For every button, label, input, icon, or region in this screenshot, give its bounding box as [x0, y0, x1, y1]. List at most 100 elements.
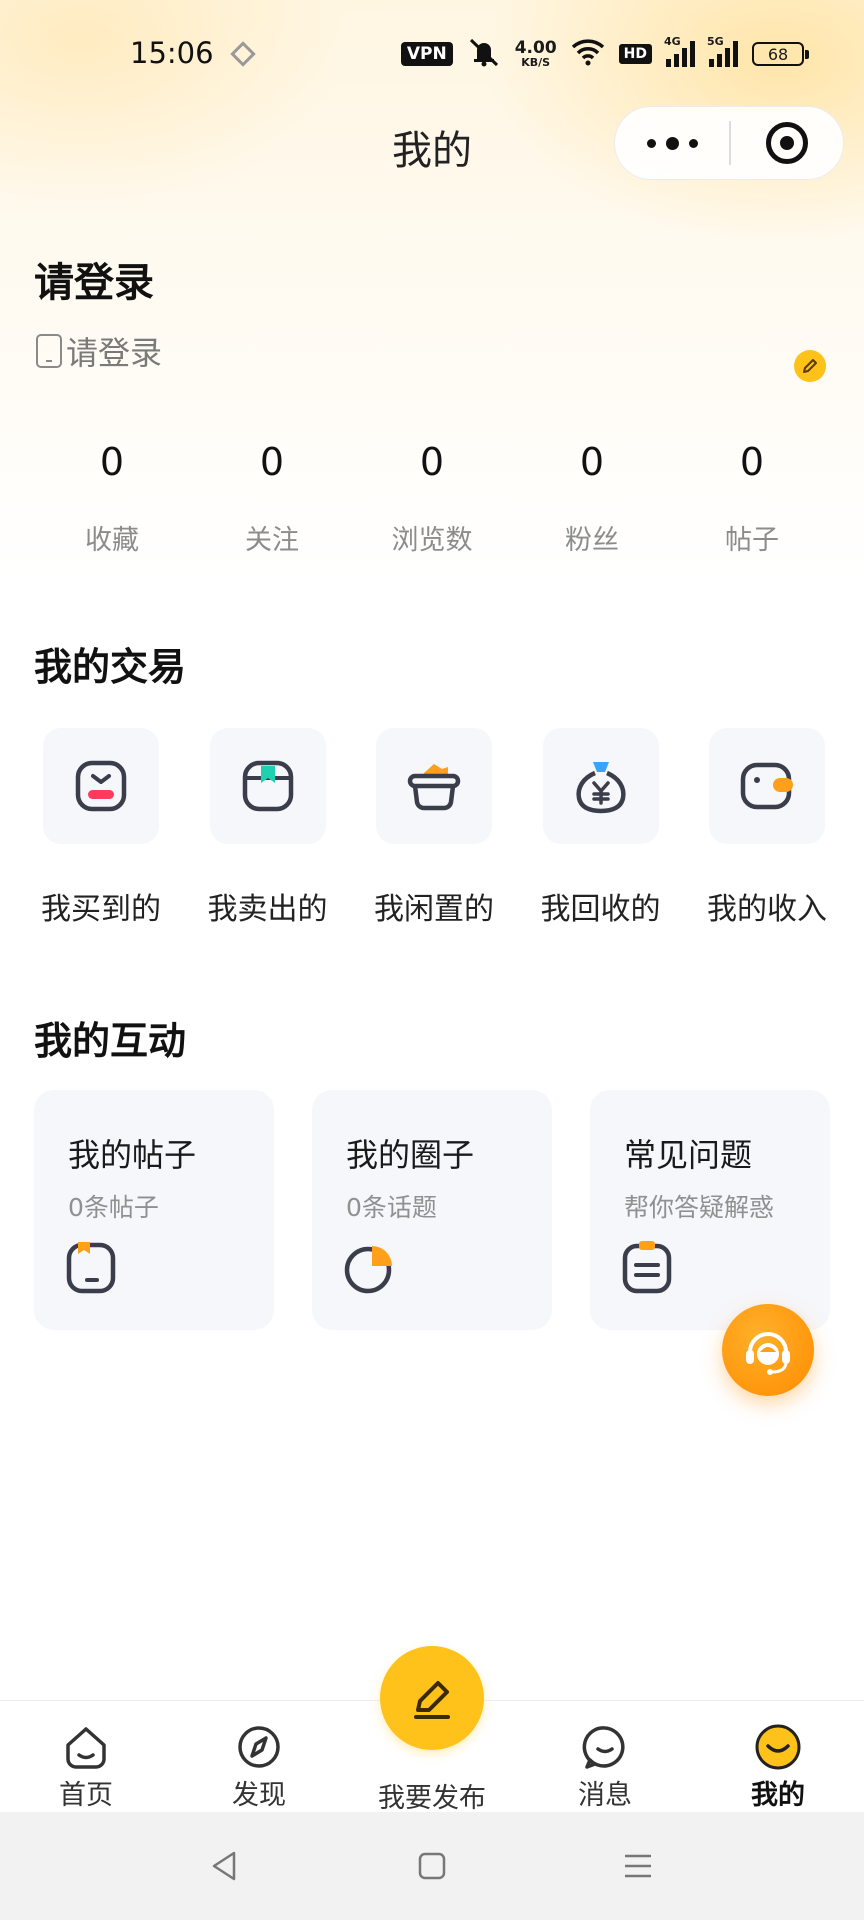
phone-icon — [36, 334, 62, 368]
wifi-icon — [571, 38, 605, 70]
card-subtitle: 0条话题 — [346, 1193, 437, 1222]
login-subtitle-row[interactable]: 请登录 — [36, 328, 162, 374]
signal-5g-label: 5G — [707, 35, 724, 48]
stat-value: 0 — [99, 440, 125, 484]
tab-label: 消息 — [578, 1780, 632, 1811]
more-menu-button[interactable] — [615, 107, 729, 179]
trade-tile — [43, 728, 159, 844]
interaction-section-title: 我的互动 — [34, 1019, 187, 1063]
stat-value: 0 — [259, 440, 285, 484]
card-faq[interactable]: 常见问题 帮你答疑解惑 — [590, 1090, 830, 1330]
tab-messages[interactable]: 消息 — [545, 1701, 665, 1813]
edit-profile-button[interactable] — [794, 350, 826, 382]
card-my-circles[interactable]: 我的圈子 0条话题 — [312, 1090, 552, 1330]
pencil-icon — [414, 1681, 450, 1719]
trade-section-title: 我的交易 — [34, 645, 187, 689]
trade-tile — [209, 728, 326, 844]
compass-icon — [238, 1726, 280, 1768]
stats-row: 0 收藏 0 关注 0 浏览数 0 粉丝 0 帖子 — [32, 440, 832, 557]
home-icon — [66, 1727, 106, 1769]
card-title: 常见问题 — [624, 1136, 753, 1174]
trade-label: 我的收入 — [707, 892, 827, 927]
close-miniprogram-button[interactable] — [731, 122, 844, 164]
status-time: 15:06 — [130, 36, 214, 70]
target-icon — [765, 122, 808, 164]
login-title[interactable]: 请登录 — [34, 250, 154, 308]
circle-icon — [344, 1246, 392, 1294]
faq-icon — [622, 1241, 672, 1294]
trade-label: 我买到的 — [41, 892, 161, 927]
battery-level: 68 — [767, 44, 789, 64]
message-bubble-icon — [582, 1726, 625, 1769]
trade-item-idle[interactable]: 我闲置的 — [367, 728, 501, 928]
card-title: 我的圈子 — [346, 1136, 475, 1174]
trade-tile — [376, 728, 492, 844]
signal-5g-icon: 5G — [707, 35, 738, 67]
tab-label: 发现 — [232, 1780, 286, 1811]
login-subtitle: 请登录 — [66, 334, 163, 372]
trade-item-bought[interactable]: 我买到的 — [34, 728, 168, 928]
dot-icon — [665, 136, 679, 150]
card-title: 我的帖子 — [68, 1136, 197, 1174]
sold-icon — [242, 760, 293, 812]
customer-service-button[interactable] — [722, 1304, 814, 1396]
status-bar: 15:06 VPN 4.00 KB/S HD 4G 5G 68 — [0, 0, 864, 110]
signal-4g-label: 4G — [664, 35, 681, 48]
battery-icon: 68 — [752, 42, 809, 66]
trade-label: 我卖出的 — [207, 892, 328, 927]
publish-label[interactable]: 我要发布 — [352, 1776, 512, 1815]
card-subtitle: 0条帖子 — [68, 1193, 159, 1222]
status-icons: VPN 4.00 KB/S HD 4G 5G 68 — [400, 35, 809, 72]
hd-badge: HD — [618, 44, 652, 64]
menu-icon[interactable] — [620, 1848, 656, 1884]
network-speed: 4.00 KB/S — [514, 38, 557, 69]
dot-icon — [646, 138, 656, 148]
net-speed-unit: KB/S — [521, 56, 551, 69]
post-icon — [66, 1242, 116, 1294]
trade-tile — [709, 728, 825, 844]
stat-label: 帖子 — [725, 525, 779, 556]
trade-label: 我回收的 — [540, 892, 661, 927]
stat-label: 浏览数 — [391, 525, 473, 556]
tab-label: 我的 — [751, 1780, 805, 1811]
wallet-icon — [740, 762, 793, 810]
trade-row: 我买到的 我卖出的 我闲置的 我回收的 我的收入 — [34, 728, 834, 928]
tab-mine[interactable]: 我的 — [718, 1701, 838, 1813]
card-my-posts[interactable]: 我的帖子 0条帖子 — [34, 1090, 274, 1330]
stat-fans[interactable]: 0 粉丝 — [512, 440, 672, 557]
dot-icon — [688, 138, 698, 148]
stat-favorites[interactable]: 0 收藏 — [32, 440, 192, 557]
vpn-badge: VPN — [400, 42, 453, 66]
stat-value: 0 — [419, 440, 445, 484]
stat-views[interactable]: 0 浏览数 — [352, 440, 512, 557]
stat-label: 收藏 — [85, 525, 139, 556]
net-speed-value: 4.00 — [514, 38, 557, 58]
headset-agent-icon — [746, 1332, 790, 1375]
location-diamond-icon — [230, 41, 256, 67]
home-nav-icon[interactable] — [414, 1848, 450, 1884]
tab-discover[interactable]: 发现 — [199, 1701, 319, 1813]
trade-item-income[interactable]: 我的收入 — [700, 728, 834, 928]
card-subtitle: 帮你答疑解惑 — [624, 1193, 775, 1222]
stat-value: 0 — [739, 440, 765, 484]
system-navigation-bar — [0, 1812, 864, 1920]
trade-label: 我闲置的 — [374, 892, 494, 927]
recycle-moneybag-icon — [575, 762, 626, 814]
idle-basket-icon — [407, 764, 461, 811]
back-icon[interactable] — [206, 1848, 242, 1884]
publish-button[interactable] — [380, 1646, 484, 1750]
tab-home[interactable]: 首页 — [26, 1701, 146, 1813]
pencil-icon — [803, 359, 817, 373]
signal-4g-icon: 4G — [664, 35, 695, 67]
tab-label: 首页 — [59, 1780, 113, 1811]
mute-bell-icon — [467, 37, 501, 71]
trade-tile — [542, 728, 659, 844]
stat-value: 0 — [579, 440, 605, 484]
interaction-cards: 我的帖子 0条帖子 我的圈子 0条话题 常见问题 帮你答疑解惑 — [34, 1090, 830, 1330]
stat-posts[interactable]: 0 帖子 — [672, 440, 832, 557]
stat-following[interactable]: 0 关注 — [192, 440, 352, 557]
smile-face-icon — [755, 1724, 801, 1770]
trade-item-recycle[interactable]: 我回收的 — [534, 728, 668, 928]
trade-item-sold[interactable]: 我卖出的 — [201, 728, 335, 928]
stat-label: 关注 — [245, 525, 299, 556]
